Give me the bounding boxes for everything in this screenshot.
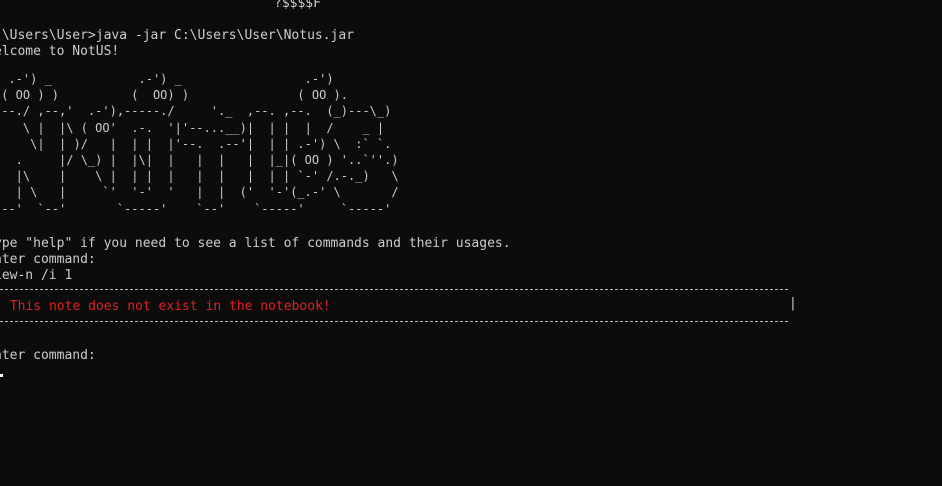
command-prompt: nter command: [0, 252, 96, 267]
help-hint-line: ype "help" if you need to see a list of … [0, 236, 511, 251]
message-box-bottom-border [0, 321, 788, 322]
launch-command-line: :\Users\User>java -jar C:\Users\User\Not… [0, 28, 355, 43]
message-box-right-border: | [789, 296, 797, 311]
top-output-fragment: ?$$$$F [274, 0, 321, 11]
error-message: This note does not exist in the notebook… [2, 299, 331, 314]
text-cursor[interactable] [0, 374, 3, 377]
welcome-line: elcome to NotUS! [0, 44, 120, 59]
user-command-input: iew-n /i 1 [0, 268, 73, 283]
command-prompt-2: nter command: [0, 348, 96, 363]
message-box-top-border [0, 289, 788, 290]
notus-ascii-logo: .-') _ .-') _ .-') ( OO ) ) ( OO) ) ( OO… [0, 72, 399, 216]
console-window[interactable]: ?$$$$F :\Users\User>java -jar C:\Users\U… [0, 0, 942, 486]
